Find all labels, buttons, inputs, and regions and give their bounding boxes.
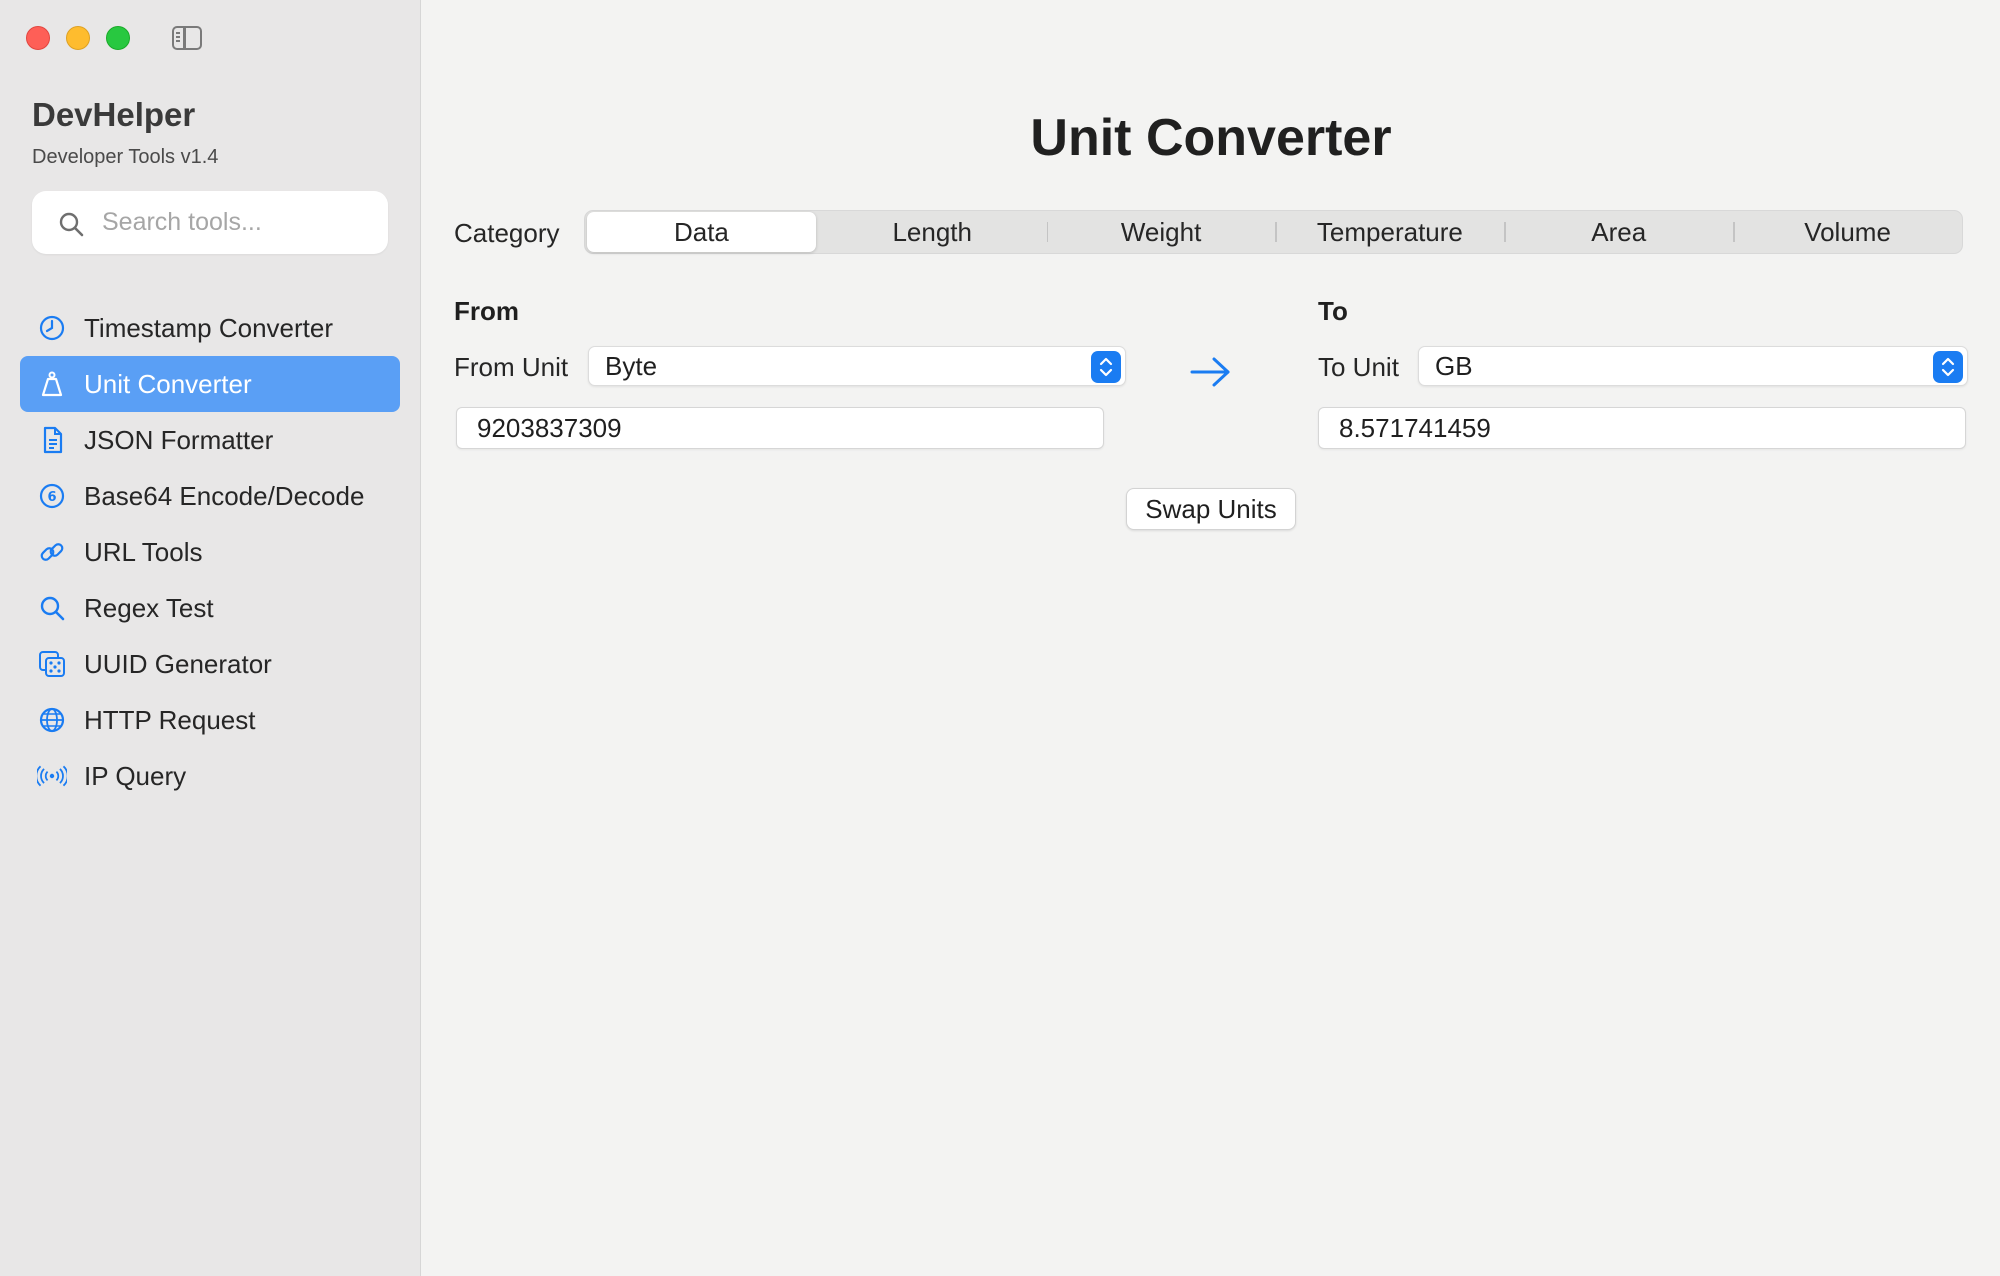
sidebar-item-json-formatter[interactable]: JSON Formatter — [20, 412, 400, 468]
sidebar-item-label: UUID Generator — [84, 648, 272, 679]
from-section-title: From — [454, 296, 519, 326]
sidebar-item-base64[interactable]: 6 Base64 Encode/Decode — [20, 468, 400, 524]
tool-list: Timestamp Converter Unit Converter JSON … — [20, 300, 400, 804]
main-content: Unit Converter Category Data Length Weig… — [422, 0, 2000, 1276]
number-six-circle-icon: 6 — [20, 481, 84, 511]
antenna-icon — [20, 761, 84, 791]
category-label: Category — [454, 218, 560, 248]
sidebar-item-label: Base64 Encode/Decode — [84, 480, 365, 511]
search-box[interactable] — [32, 191, 388, 254]
sidebar-item-label: Unit Converter — [84, 368, 252, 399]
scale-icon — [20, 369, 84, 399]
dice-icon — [20, 649, 84, 679]
sidebar-item-label: IP Query — [84, 760, 187, 791]
app-window: DevHelper Developer Tools v1.4 Timestamp… — [0, 0, 2000, 1276]
segment-weight[interactable]: Weight — [1046, 212, 1276, 252]
minimize-window-button[interactable] — [66, 26, 90, 50]
segment-area[interactable]: Area — [1504, 212, 1733, 252]
to-unit-value: GB — [1435, 350, 1473, 381]
sidebar-item-label: URL Tools — [84, 536, 203, 567]
magnifier-icon — [20, 593, 84, 623]
sidebar-item-timestamp-converter[interactable]: Timestamp Converter — [20, 300, 400, 356]
clock-icon — [20, 313, 84, 343]
chevron-up-down-icon — [1091, 351, 1121, 383]
to-value-field[interactable]: 8.571741459 — [1318, 407, 1966, 449]
sidebar: DevHelper Developer Tools v1.4 Timestamp… — [0, 0, 421, 1276]
to-section-title: To — [1318, 296, 1348, 326]
segment-data[interactable]: Data — [587, 212, 816, 252]
svg-text:6: 6 — [47, 490, 56, 505]
segment-volume[interactable]: Volume — [1733, 212, 1962, 252]
sidebar-item-unit-converter[interactable]: Unit Converter — [20, 356, 400, 412]
sidebar-item-http-request[interactable]: HTTP Request — [20, 692, 400, 748]
sidebar-toggle-icon[interactable] — [172, 26, 202, 50]
close-window-button[interactable] — [26, 26, 50, 50]
maximize-window-button[interactable] — [106, 26, 130, 50]
from-unit-value: Byte — [605, 350, 658, 381]
app-subtitle: Developer Tools v1.4 — [32, 146, 219, 168]
sidebar-item-label: HTTP Request — [84, 704, 256, 735]
sidebar-item-regex-test[interactable]: Regex Test — [20, 580, 400, 636]
globe-icon — [20, 705, 84, 735]
app-title: DevHelper — [32, 96, 196, 133]
segment-length[interactable]: Length — [818, 212, 1047, 252]
sidebar-item-uuid-generator[interactable]: UUID Generator — [20, 636, 400, 692]
swap-units-button[interactable]: Swap Units — [1126, 488, 1296, 530]
document-icon — [20, 425, 84, 455]
search-input[interactable] — [102, 191, 372, 254]
sidebar-item-ip-query[interactable]: IP Query — [20, 748, 400, 804]
from-unit-select[interactable]: Byte — [588, 346, 1126, 386]
from-unit-label: From Unit — [454, 352, 569, 382]
chevron-up-down-icon — [1933, 351, 1963, 383]
sidebar-item-label: Timestamp Converter — [84, 312, 333, 343]
category-segmented-control: Data Length Weight Temperature Area Volu… — [584, 210, 1963, 254]
sidebar-item-label: Regex Test — [84, 592, 214, 623]
search-icon — [59, 212, 84, 237]
sidebar-item-label: JSON Formatter — [84, 424, 274, 455]
window-controls — [26, 26, 130, 50]
page-title: Unit Converter — [1030, 109, 1392, 167]
to-value-text: 8.571741459 — [1339, 412, 1491, 443]
link-icon — [20, 537, 84, 567]
from-value-field[interactable]: 9203837309 — [456, 407, 1104, 449]
segment-temperature[interactable]: Temperature — [1275, 212, 1504, 252]
sidebar-item-url-tools[interactable]: URL Tools — [20, 524, 400, 580]
to-unit-label: To Unit — [1318, 352, 1399, 382]
to-unit-select[interactable]: GB — [1418, 346, 1968, 386]
from-value-text: 9203837309 — [477, 412, 622, 443]
arrow-right-icon — [1190, 357, 1230, 387]
